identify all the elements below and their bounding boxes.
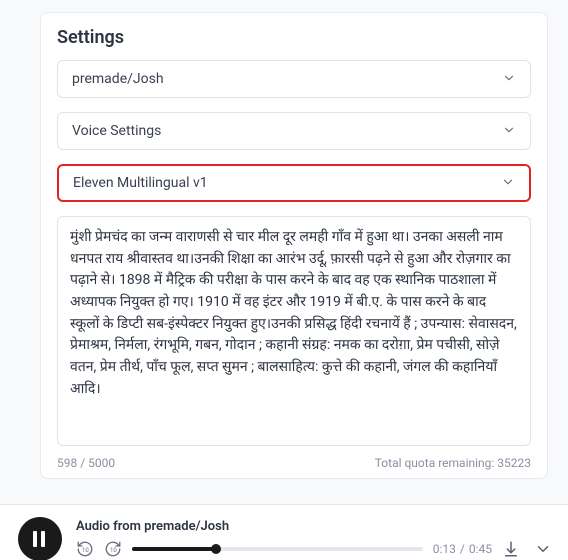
voice-select-label: premade/Josh <box>72 71 164 87</box>
pause-button[interactable] <box>18 517 62 560</box>
player-main: Audio from premade/Josh 10 10 0:13/0:45 <box>76 519 552 558</box>
settings-panel: Settings premade/Josh Voice Settings Ele… <box>40 12 548 479</box>
char-count: 598 / 5000 <box>57 456 115 470</box>
track-title: Audio from premade/Josh <box>76 519 552 534</box>
voice-settings-label: Voice Settings <box>72 123 161 139</box>
chevron-down-icon <box>502 71 516 88</box>
audio-player: Audio from premade/Josh 10 10 0:13/0:45 <box>0 504 568 560</box>
voice-select[interactable]: premade/Josh <box>57 60 531 98</box>
forward-10-icon[interactable]: 10 <box>104 540 122 558</box>
collapse-icon[interactable] <box>534 540 552 558</box>
player-tail-icons <box>502 540 552 558</box>
counts-row: 598 / 5000 Total quota remaining: 35223 <box>57 456 531 470</box>
rewind-10-icon[interactable]: 10 <box>76 540 94 558</box>
page-title: Settings <box>57 27 531 48</box>
time-current: 0:13 <box>433 542 456 556</box>
chevron-down-icon <box>501 175 515 192</box>
progress-thumb[interactable] <box>211 544 221 554</box>
model-select-label: Eleven Multilingual v1 <box>73 175 208 191</box>
svg-text:10: 10 <box>82 547 89 554</box>
text-input[interactable] <box>57 216 531 446</box>
player-controls: 10 10 0:13/0:45 <box>76 540 552 558</box>
svg-text:10: 10 <box>110 547 117 554</box>
progress-bar[interactable] <box>132 547 423 551</box>
quota-remaining: Total quota remaining: 35223 <box>375 456 531 470</box>
model-select[interactable]: Eleven Multilingual v1 <box>57 164 531 202</box>
pause-icon <box>33 531 47 547</box>
progress-fill <box>132 547 216 551</box>
chevron-down-icon <box>502 123 516 140</box>
download-icon[interactable] <box>502 540 520 558</box>
time-display: 0:13/0:45 <box>433 542 492 556</box>
voice-settings-select[interactable]: Voice Settings <box>57 112 531 150</box>
time-duration: 0:45 <box>469 542 492 556</box>
